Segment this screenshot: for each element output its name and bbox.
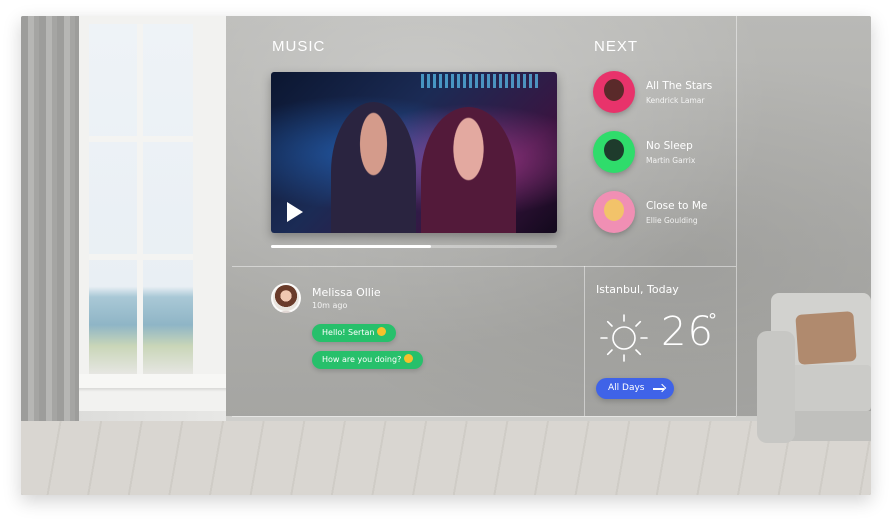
album-art (593, 191, 635, 233)
track-title: All The Stars (646, 80, 713, 92)
panel-divider (736, 16, 737, 266)
emoji-icon (377, 327, 387, 336)
degree-symbol: ° (708, 310, 717, 331)
music-title: MUSIC (272, 38, 326, 55)
play-icon[interactable] (287, 202, 303, 222)
armchair (757, 293, 871, 445)
video-thumbnail-figure (421, 107, 516, 233)
track-title: Close to Me (646, 200, 708, 212)
album-art (593, 71, 635, 113)
panel-divider (736, 266, 737, 416)
video-thumbnail-figure (331, 102, 416, 233)
window-mullion (89, 254, 193, 260)
chat-bubble[interactable]: Hello! Sertan (312, 324, 397, 342)
emoji-icon (404, 354, 414, 363)
bubble-text: How are you doing? (322, 355, 402, 364)
track-title: No Sleep (646, 140, 693, 152)
message-time: 10m ago (312, 301, 348, 310)
next-track-item[interactable]: No Sleep Martin Garrix (593, 131, 728, 175)
album-art (593, 131, 635, 173)
window-sill (78, 374, 228, 388)
avatar[interactable] (271, 283, 301, 313)
progress-bar[interactable] (271, 245, 557, 248)
sender-name: Melissa Ollie (312, 286, 381, 299)
next-title: NEXT (594, 38, 639, 55)
panel-divider (584, 266, 585, 416)
panel-divider (232, 266, 736, 267)
track-artist: Ellie Goulding (646, 216, 698, 225)
track-artist: Kendrick Lamar (646, 96, 705, 105)
arrow-right-icon (653, 388, 664, 390)
weather-location: Istanbul, Today (596, 283, 679, 296)
floor (21, 421, 871, 495)
bubble-text: Hello! Sertan (322, 328, 375, 337)
temperature: 26 (661, 309, 714, 355)
window-mullion (137, 24, 143, 374)
progress-fill (271, 245, 432, 248)
track-artist: Martin Garrix (646, 156, 696, 165)
pillow (795, 311, 857, 365)
sun-icon (600, 314, 648, 362)
next-track-item[interactable]: All The Stars Kendrick Lamar (593, 71, 728, 115)
all-days-label: All Days (608, 383, 645, 393)
window-mullion (89, 136, 193, 142)
panel-divider (232, 416, 736, 417)
neon-sign (421, 74, 541, 88)
chat-bubble[interactable]: How are you doing? (312, 351, 424, 369)
next-track-item[interactable]: Close to Me Ellie Goulding (593, 191, 728, 235)
all-days-button[interactable]: All Days (596, 378, 674, 399)
video-player[interactable] (271, 72, 557, 233)
